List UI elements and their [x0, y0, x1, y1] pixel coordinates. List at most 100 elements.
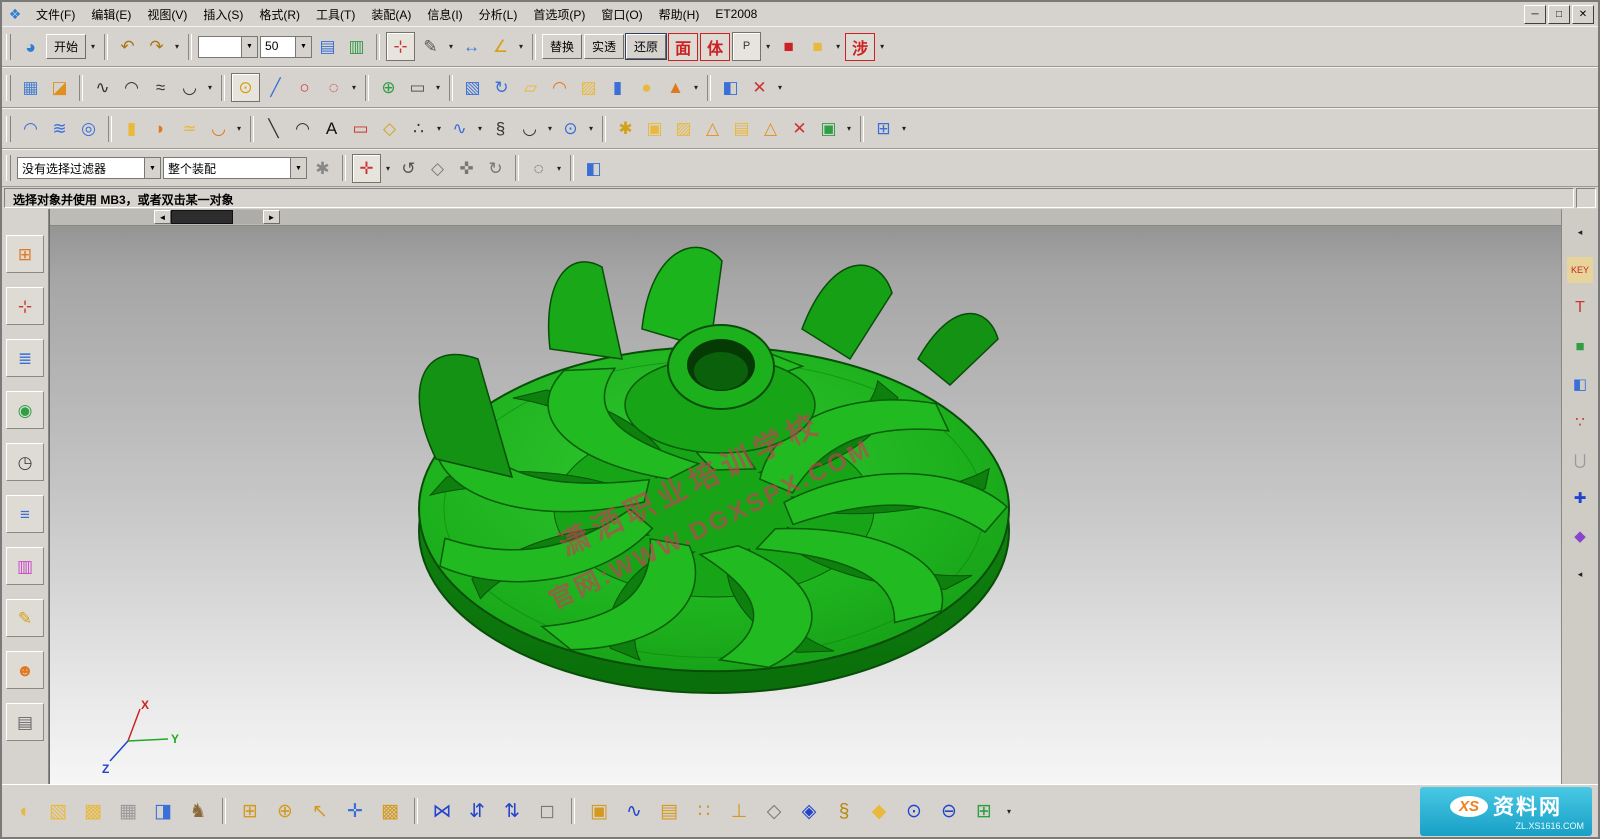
menu-view[interactable]: 视图(V): [139, 3, 195, 26]
studio-spline-icon[interactable]: ∿: [446, 115, 473, 142]
knight-roles-icon[interactable]: ♞: [183, 796, 213, 826]
circle-dashed-icon[interactable]: ◌: [320, 74, 347, 101]
cone-icon-dropdown[interactable]: ▾: [691, 83, 701, 92]
menu-et2008[interactable]: ET2008: [707, 4, 765, 24]
she-button-dropdown[interactable]: ▾: [877, 42, 887, 51]
menu-tools[interactable]: 工具(T): [308, 3, 363, 26]
redo-icon[interactable]: ↷: [143, 33, 170, 60]
wave-geometry-icon[interactable]: ∿: [619, 796, 649, 826]
remove-param-icon[interactable]: ⊖: [934, 796, 964, 826]
curve-mesh-icon-dropdown[interactable]: ▾: [234, 124, 244, 133]
new-component-icon[interactable]: ⊕: [270, 796, 300, 826]
spring-icon[interactable]: §: [829, 796, 859, 826]
curve-spline-icon-dropdown[interactable]: ▾: [205, 83, 215, 92]
swept-icon[interactable]: ◠: [546, 74, 573, 101]
layer-category-icon[interactable]: ▥: [343, 33, 370, 60]
rect-tool-icon[interactable]: ▭: [404, 74, 431, 101]
rail-collapse-arrow-top[interactable]: ◂: [1567, 219, 1593, 245]
curve-squiggle-icon[interactable]: ∿: [89, 74, 116, 101]
basic-line-icon[interactable]: ╲: [260, 115, 287, 142]
tee-feature-icon[interactable]: ⊥: [724, 796, 754, 826]
menu-file[interactable]: 文件(F): [28, 3, 83, 26]
menu-window[interactable]: 窗口(O): [593, 3, 650, 26]
sketch-pencil-icon-dropdown[interactable]: ▾: [446, 42, 456, 51]
information-icon[interactable]: ≡: [6, 495, 44, 533]
menu-preferences[interactable]: 首选项(P): [525, 3, 593, 26]
constraint-navigator-icon[interactable]: ⊹: [6, 287, 44, 325]
curve-mesh-icon[interactable]: ◡: [205, 115, 232, 142]
basic-arc-icon[interactable]: ◠: [289, 115, 316, 142]
explode-icon[interactable]: ◻: [532, 796, 562, 826]
red-cube-icon[interactable]: ■: [775, 33, 802, 60]
cylinder-icon[interactable]: ▮: [604, 74, 631, 101]
she-button[interactable]: 涉: [845, 33, 875, 61]
add-component-icon[interactable]: ⊞: [235, 796, 265, 826]
close-button[interactable]: ✕: [1572, 5, 1594, 24]
circle-dashed-icon-dropdown[interactable]: ▾: [349, 83, 359, 92]
rect-select-icon-dropdown[interactable]: ▾: [554, 164, 564, 173]
snap-point-icon[interactable]: ✛: [352, 154, 381, 183]
face-blend-icon[interactable]: ◗: [147, 115, 174, 142]
maximize-button[interactable]: □: [1548, 5, 1570, 24]
display-style-combo[interactable]: ▼: [198, 36, 258, 58]
info-note-icon[interactable]: ⊙: [899, 796, 929, 826]
resource-panel-icon[interactable]: ▤: [6, 703, 44, 741]
sketch-in-task-icon[interactable]: ◪: [46, 74, 73, 101]
sheet-tool-icon[interactable]: ▤: [728, 115, 755, 142]
helix-icon[interactable]: §: [487, 115, 514, 142]
undo-icon[interactable]: ↶: [114, 33, 141, 60]
undo-view-icon[interactable]: ↺: [395, 155, 422, 182]
section-surface-icon[interactable]: ◎: [75, 115, 102, 142]
reposition-icon[interactable]: ⇅: [497, 796, 527, 826]
select-tool-icon[interactable]: ⊹: [386, 32, 415, 61]
snapshot-p-icon-dropdown[interactable]: ▾: [763, 42, 773, 51]
menu-assembly[interactable]: 装配(A): [363, 3, 419, 26]
snap-point-icon-dropdown[interactable]: ▾: [383, 164, 393, 173]
interpart-link-icon[interactable]: ▣: [584, 796, 614, 826]
selection-scope-combo[interactable]: 整个装配▼: [163, 157, 307, 179]
redo-icon-dropdown[interactable]: ▾: [172, 42, 182, 51]
start-button[interactable]: 开始: [46, 34, 86, 59]
assembly-navigator-icon[interactable]: ⊞: [6, 235, 44, 273]
styled-blend-icon[interactable]: ≃: [176, 115, 203, 142]
cone-icon[interactable]: ▲: [662, 74, 689, 101]
translucent-button[interactable]: 实透: [584, 34, 624, 59]
point-set-icon[interactable]: ∴: [405, 115, 432, 142]
body-button[interactable]: 体: [700, 33, 730, 61]
menu-analysis[interactable]: 分析(L): [471, 3, 526, 26]
assembly-constraints-icon[interactable]: ✛: [340, 796, 370, 826]
start-button-dropdown[interactable]: ▾: [88, 42, 98, 51]
rect-select-icon[interactable]: ◌: [525, 155, 552, 182]
app-icon[interactable]: ❖: [6, 6, 24, 22]
trim-body-icon[interactable]: ◧: [717, 74, 744, 101]
bridge-curve-icon[interactable]: ◡: [516, 115, 543, 142]
hole-plate-icon[interactable]: ∵: [1567, 409, 1593, 435]
replace-button[interactable]: 替换: [542, 34, 582, 59]
bridge-curve-icon-dropdown[interactable]: ▾: [545, 124, 555, 133]
gold-cube-icon-dropdown[interactable]: ▾: [833, 42, 843, 51]
measure-angle-icon-dropdown[interactable]: ▾: [516, 42, 526, 51]
text-icon[interactable]: A: [318, 115, 345, 142]
gears-icon[interactable]: ✱: [309, 155, 336, 182]
palette-icon[interactable]: ▥: [6, 547, 44, 585]
tube-icon[interactable]: ⊙: [557, 115, 584, 142]
xform-icon-dropdown[interactable]: ▾: [899, 124, 909, 133]
datum-plus-icon[interactable]: ⊞: [969, 796, 999, 826]
face-blend-gold-icon[interactable]: ◖: [8, 796, 38, 826]
part-navigator-icon[interactable]: ≣: [6, 339, 44, 377]
display-style-combo-arrow[interactable]: ▼: [241, 37, 257, 57]
purple-part-icon[interactable]: ◆: [1567, 523, 1593, 549]
layer-stack-icon[interactable]: ◧: [1567, 371, 1593, 397]
tools-pen-icon[interactable]: ✎: [6, 599, 44, 637]
history-icon[interactable]: ◷: [6, 443, 44, 481]
view-cube-icon[interactable]: ◧: [580, 155, 607, 182]
roles-icon[interactable]: ☻: [6, 651, 44, 689]
rect-tool-icon-dropdown[interactable]: ▾: [433, 83, 443, 92]
sketch-icon[interactable]: ▦: [17, 74, 44, 101]
snapshot-p-icon[interactable]: P: [732, 32, 761, 61]
work-layer-combo-arrow[interactable]: ▼: [295, 37, 311, 57]
cavity-grid-icon[interactable]: ▦: [113, 796, 143, 826]
warn-triangle-icon[interactable]: △: [699, 115, 726, 142]
gem-icon[interactable]: ◆: [864, 796, 894, 826]
boolean-unite-icon[interactable]: ⊕: [375, 74, 402, 101]
